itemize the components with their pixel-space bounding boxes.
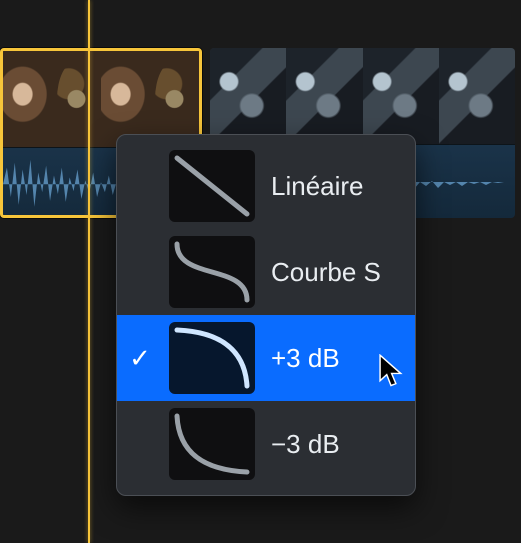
fade-option-minus-3db[interactable]: ✓ −3 dB	[117, 401, 415, 487]
clip-filmstrip	[3, 51, 199, 147]
mouse-cursor-icon	[378, 354, 404, 388]
clip-filmstrip	[210, 48, 515, 144]
playhead[interactable]	[88, 0, 90, 543]
fade-option-label: −3 dB	[271, 429, 397, 460]
fade-option-plus-3db[interactable]: ✓ +3 dB	[117, 315, 415, 401]
fade-curve-icon	[169, 150, 255, 222]
fade-curve-icon	[169, 408, 255, 480]
checkmark-icon: ✓	[127, 345, 153, 371]
fade-option-label: Courbe S	[271, 257, 397, 288]
fade-curve-icon	[169, 322, 255, 394]
fade-option-label: Linéaire	[271, 171, 397, 202]
fade-option-s-curve[interactable]: ✓ Courbe S	[117, 229, 415, 315]
fade-shape-menu: ✓ Linéaire ✓ Courbe S ✓ +3 dB ✓ −3 dB	[116, 134, 416, 496]
fade-option-linear[interactable]: ✓ Linéaire	[117, 143, 415, 229]
fade-curve-icon	[169, 236, 255, 308]
